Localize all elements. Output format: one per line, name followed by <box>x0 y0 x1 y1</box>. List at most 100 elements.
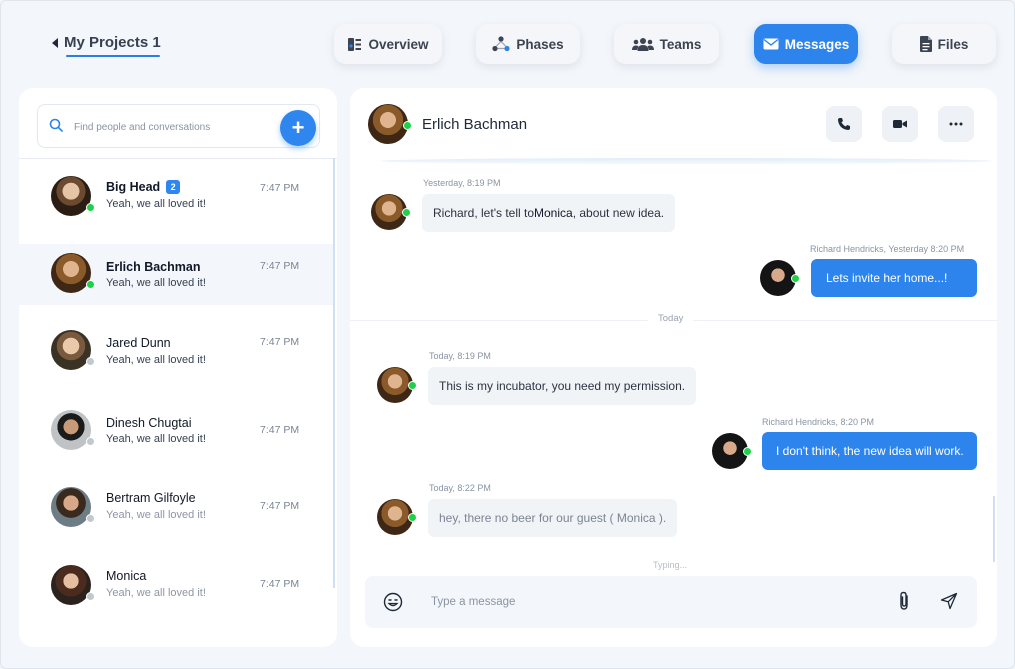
contact-name: Bertram Gilfoyle <box>106 491 196 505</box>
conversation-list-panel: + Big Head2 Yeah, we all loved it! 7:47 … <box>19 88 337 647</box>
online-status-dot <box>408 381 417 390</box>
contact-jared-dunn[interactable]: Jared Dunn Yeah, we all loved it! 7:47 P… <box>19 320 333 382</box>
message-bubble-incoming: This is my incubator, you need my permis… <box>428 367 697 405</box>
avatar <box>368 104 408 144</box>
tab-phases[interactable]: Phases <box>476 24 580 64</box>
avatar <box>51 565 91 605</box>
offline-status-dot <box>86 437 95 446</box>
online-status-dot <box>86 280 95 289</box>
online-status-dot <box>791 274 800 283</box>
file-icon <box>919 36 932 52</box>
offline-status-dot <box>86 514 95 523</box>
teams-icon <box>631 38 654 51</box>
more-options-button[interactable] <box>938 106 974 142</box>
contact-dinesh-chugtai[interactable]: Dinesh Chugtai Yeah, we all loved it! 7:… <box>19 400 333 462</box>
send-icon <box>940 592 958 610</box>
contact-last-message: Yeah, we all loved it! <box>106 198 206 210</box>
avatar <box>51 487 91 527</box>
contact-time: 7:47 PM <box>260 260 300 272</box>
new-conversation-button[interactable]: + <box>280 110 316 146</box>
chat-header: Erlich Bachman <box>350 88 997 160</box>
plus-icon: + <box>291 115 305 140</box>
offline-status-dot <box>86 357 95 366</box>
contact-last-message: Yeah, we all loved it! <box>106 433 206 445</box>
video-call-button[interactable] <box>882 106 918 142</box>
contact-last-message: Yeah, we all loved it! <box>106 509 206 521</box>
back-arrow-icon <box>52 37 58 48</box>
message-input[interactable] <box>431 592 831 612</box>
phases-icon <box>492 36 510 52</box>
contact-last-message: Yeah, we all loved it! <box>106 277 206 289</box>
project-title: My Projects 1 <box>64 34 161 51</box>
emoji-icon <box>383 592 403 612</box>
message-meta: Today, 8:19 PM <box>429 351 491 361</box>
message-composer <box>365 576 977 628</box>
header-shadow <box>380 158 992 164</box>
online-status-dot <box>86 203 95 212</box>
contact-time: 7:47 PM <box>260 336 300 348</box>
chat-contact-name: Erlich Bachman <box>422 116 528 133</box>
search-icon <box>49 118 63 132</box>
online-status-dot <box>743 447 752 456</box>
message-meta: Yesterday, 8:19 PM <box>423 178 501 188</box>
contact-time: 7:47 PM <box>260 578 300 590</box>
phone-icon <box>838 118 850 130</box>
chat-panel: Erlich Bachman Yesterday, 8:19 PM Richar… <box>350 88 997 647</box>
avatar <box>51 410 91 450</box>
tab-messages-label: Messages <box>784 36 850 52</box>
day-divider: Today <box>350 313 997 324</box>
more-dots-icon <box>949 122 963 126</box>
emoji-button[interactable] <box>383 592 403 617</box>
conversation-list-scrollbar[interactable] <box>333 158 335 588</box>
avatar <box>51 176 91 216</box>
typing-indicator: Typing... <box>653 560 688 570</box>
online-status-dot <box>402 208 411 217</box>
contact-time: 7:47 PM <box>260 424 300 436</box>
contact-time: 7:47 PM <box>260 500 300 512</box>
unread-badge: 2 <box>166 180 181 194</box>
contact-last-message: Yeah, we all loved it! <box>106 354 206 366</box>
search-input[interactable] <box>74 117 274 137</box>
message-bubble-outgoing: Lets invite her home...! <box>811 259 977 297</box>
contact-erlich-bachman[interactable]: Erlich Bachman Yeah, we all loved it! 7:… <box>19 244 333 305</box>
online-status-dot <box>408 513 417 522</box>
contact-name: Jared Dunn <box>106 336 171 350</box>
contact-big-head[interactable]: Big Head 2 Yeah, we all loved it! 7:47 PM <box>19 166 333 228</box>
message-meta: Richard Hendricks, 8:20 PM <box>762 417 875 427</box>
mail-icon <box>763 38 779 50</box>
project-title-underline <box>66 55 160 57</box>
online-status-dot <box>403 121 412 130</box>
message-meta: Today, 8:22 PM <box>429 483 491 493</box>
message-meta: Richard Hendricks, Yesterday 8:20 PM <box>810 244 965 254</box>
contact-time: 7:47 PM <box>260 182 300 194</box>
tab-files[interactable]: Files <box>892 24 996 64</box>
send-button[interactable] <box>940 592 958 615</box>
contact-name: Big Head 2 <box>106 180 181 194</box>
search-box <box>37 104 320 148</box>
tab-overview[interactable]: Overview <box>334 24 442 64</box>
message-bubble-incoming: hey, there no beer for our guest ( Monic… <box>428 499 678 537</box>
contact-name: Monica <box>106 569 147 583</box>
tab-messages[interactable]: Messages <box>754 24 858 64</box>
chat-scrollbar[interactable] <box>993 496 995 562</box>
divider <box>19 158 337 159</box>
tab-files-label: Files <box>937 36 969 52</box>
tab-phases-label: Phases <box>516 36 564 52</box>
mention-text: Monica <box>534 206 573 220</box>
back-link[interactable]: My Projects 1 <box>52 34 161 51</box>
message-bubble-outgoing: I don't think, the new idea will work. <box>762 432 977 470</box>
contact-name: Dinesh Chugtai <box>106 416 192 430</box>
contact-monica[interactable]: Monica Yeah, we all loved it! 7:47 PM <box>19 555 333 617</box>
tab-teams-label: Teams <box>659 36 702 52</box>
call-button[interactable] <box>826 106 862 142</box>
avatar <box>51 253 91 293</box>
message-bubble-incoming: Richard, let's tell to Monica, about new… <box>422 194 676 232</box>
attach-button[interactable] <box>898 591 910 616</box>
tab-teams[interactable]: Teams <box>614 24 719 64</box>
contact-last-message: Yeah, we all loved it! <box>106 587 206 599</box>
tab-overview-label: Overview <box>368 36 429 52</box>
contact-bertram-gilfoyle[interactable]: Bertram Gilfoyle Yeah, we all loved it! … <box>19 477 333 539</box>
overview-icon <box>348 37 362 51</box>
avatar <box>51 330 91 370</box>
video-camera-icon <box>893 120 907 128</box>
